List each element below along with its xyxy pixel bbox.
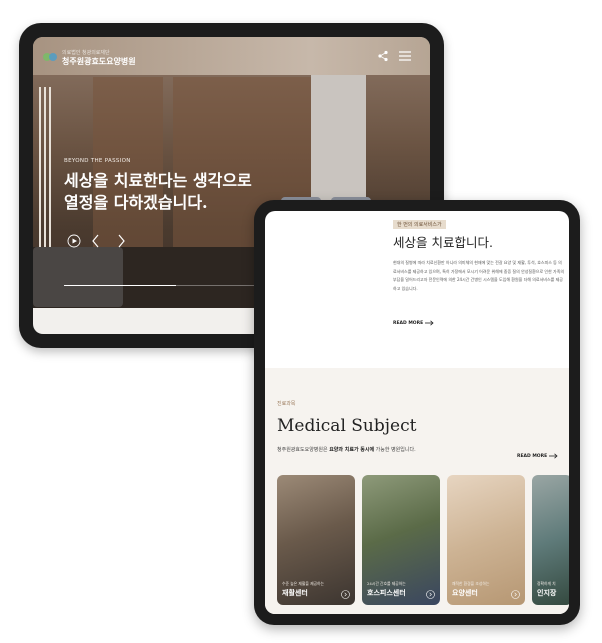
intro-highlight: 요양과 치료가 동시에 xyxy=(329,447,375,453)
hero-headline-line2: 열정을 다하겠습니다. xyxy=(64,193,208,212)
card-hospice-center[interactable]: 24시간 간호를 제공하는 호스피스센터 xyxy=(362,475,440,605)
card-name: 재활센터 xyxy=(282,589,308,597)
chevron-circle-right-icon[interactable] xyxy=(511,590,520,599)
hero-eyebrow: BEYOND THE PASSION xyxy=(64,158,131,164)
section-category: 진료과목 xyxy=(277,401,296,407)
intro-prefix: 청주원광효도요양병원은 xyxy=(277,447,330,453)
logo-subtitle: 의료법인 청광의료재단 xyxy=(62,50,110,56)
card-name: 인지장 xyxy=(537,589,557,597)
card-cognitive-center[interactable]: 정확하게 치 인지장 xyxy=(532,475,569,605)
tablet-portrait: 한 번의 의료서비스가 세상을 치료합니다. 현대의 질병에 따라 치료신환만 … xyxy=(254,200,580,625)
hospital-logo-icon[interactable] xyxy=(42,50,58,64)
card-name: 요양센터 xyxy=(452,589,478,597)
medical-read-more-link[interactable]: READ MORE xyxy=(517,454,547,459)
service-title: 세상을 치료합니다. xyxy=(393,235,493,250)
medical-subject-section: 진료과목 Medical Subject 청주원광효도요양병원은 요양과 치료가… xyxy=(265,368,569,614)
card-caption: 수준 높은 재활을 제공하는 xyxy=(282,581,325,586)
arrow-right-icon[interactable] xyxy=(549,453,558,459)
service-description: 현대의 질병에 따라 치료신환만 아니라 의미체의 현재에 맞는 전갈 요양 및… xyxy=(393,260,565,291)
chevron-circle-right-icon[interactable] xyxy=(341,590,350,599)
card-caption: 24시간 간호를 제공하는 xyxy=(367,581,406,586)
chevron-right-icon[interactable] xyxy=(116,234,126,248)
section-title: Medical Subject xyxy=(277,416,417,436)
service-read-more-link[interactable]: READ MORE xyxy=(393,321,423,326)
hero-chair xyxy=(33,247,123,307)
logo-name[interactable]: 청주원광효도요양병원 xyxy=(62,56,136,67)
content-screen: 한 번의 의료서비스가 세상을 치료합니다. 현대의 질병에 따라 치료신환만 … xyxy=(265,211,569,614)
service-badge: 한 번의 의료서비스가 xyxy=(393,220,446,229)
hamburger-menu-icon[interactable] xyxy=(399,51,411,61)
arrow-right-icon[interactable] xyxy=(425,320,434,326)
card-name: 호스피스센터 xyxy=(367,589,406,597)
hero-headline: 세상을 치료한다는 생각으로 열정을 다하겠습니다. xyxy=(64,170,252,214)
card-care-center[interactable]: 쾌적한 환경을 조성하는 요양센터 xyxy=(447,475,525,605)
card-caption: 정확하게 치 xyxy=(537,581,556,586)
card-caption: 쾌적한 환경을 조성하는 xyxy=(452,581,490,586)
play-icon[interactable] xyxy=(67,234,81,248)
card-rehab-center[interactable]: 수준 높은 재활을 제공하는 재활센터 xyxy=(277,475,355,605)
chevron-left-icon[interactable] xyxy=(91,234,101,248)
intro-suffix: 가능한 병원입니다. xyxy=(374,447,416,453)
hero-headline-line1: 세상을 치료한다는 생각으로 xyxy=(64,171,252,190)
window-blinds xyxy=(39,87,53,247)
share-icon[interactable] xyxy=(377,50,389,62)
chevron-circle-right-icon[interactable] xyxy=(426,590,435,599)
slide-progress-fill xyxy=(64,285,176,286)
section-intro: 청주원광효도요양병원은 요양과 치료가 동시에 가능한 병원입니다. xyxy=(277,446,416,453)
